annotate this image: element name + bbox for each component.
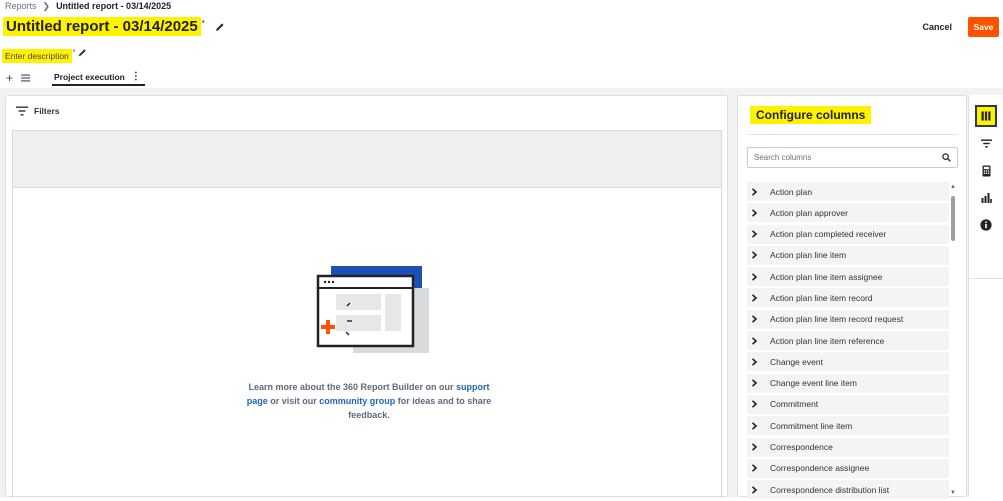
report-title-row: Untitled report - 03/14/2025 * <box>3 17 225 36</box>
column-group-item[interactable]: Correspondence assignee <box>747 458 949 478</box>
chevron-right-icon <box>747 485 763 494</box>
chevron-right-icon <box>747 464 763 473</box>
bar-chart-icon <box>981 193 992 203</box>
column-group-label: Change event <box>770 356 823 367</box>
column-group-item[interactable]: Action plan completed receiver <box>747 224 949 244</box>
chevron-right-icon <box>747 358 763 366</box>
chevron-right-icon <box>747 421 763 430</box>
column-group-item[interactable]: Commitment <box>747 394 949 414</box>
help-text-part2: or visit our <box>267 396 320 406</box>
column-group-label: Commitment line item <box>770 420 853 431</box>
column-group-label: Action plan line item reference <box>770 335 885 346</box>
scroll-up-arrow-icon[interactable]: ▲ <box>950 184 956 190</box>
column-group-label: Action plan <box>770 186 813 197</box>
column-group-label: Action plan line item <box>770 250 847 261</box>
column-group-item[interactable]: Correspondence distribution list <box>747 480 949 500</box>
report-title[interactable]: Untitled report - 03/14/2025 <box>3 17 201 36</box>
tab-project-execution[interactable]: Project execution ⋮ <box>52 70 145 86</box>
chevron-right-icon <box>747 209 763 217</box>
column-group-item[interactable]: Action plan <box>747 182 949 201</box>
add-tab-button[interactable]: + <box>6 71 13 85</box>
help-text-part1: Learn more about the 360 Report Builder … <box>248 382 457 392</box>
column-group-label: Commitment <box>770 399 819 410</box>
column-group-label: Action plan line item record <box>770 292 873 303</box>
calculations-button[interactable] <box>975 160 997 182</box>
cancel-button[interactable]: Cancel <box>918 18 956 36</box>
description-row: Enter description * <box>2 48 87 63</box>
chevron-right-icon <box>747 187 763 196</box>
filter-panel-button[interactable] <box>975 132 997 154</box>
column-group-label: Correspondence <box>770 442 833 453</box>
edit-description-pencil-icon[interactable] <box>78 48 87 57</box>
filters-button[interactable]: Filters <box>16 106 60 116</box>
info-button[interactable] <box>975 214 997 236</box>
column-group-item[interactable]: Correspondence <box>747 437 949 457</box>
tab-list-icon[interactable] <box>21 74 31 82</box>
community-group-link[interactable]: community group <box>319 396 395 406</box>
breadcrumb-current: Untitled report - 03/14/2025 <box>56 1 172 11</box>
column-group-item[interactable]: Action plan line item record request <box>747 309 949 329</box>
column-group-label: Correspondence distribution list <box>770 484 890 495</box>
filter-icon <box>980 139 992 147</box>
column-group-item[interactable]: Commitment line item <box>747 416 949 436</box>
scroll-down-arrow-icon[interactable]: ▼ <box>950 490 956 496</box>
chevron-right-icon <box>747 294 763 302</box>
column-group-label: Action plan completed receiver <box>770 229 887 240</box>
breadcrumb-reports-link[interactable]: Reports <box>5 1 37 11</box>
filters-label: Filters <box>34 106 60 116</box>
chevron-right-icon <box>747 251 763 260</box>
chevron-right-icon <box>747 315 763 324</box>
column-group-label: Change event line item <box>770 378 857 389</box>
search-columns-box <box>747 147 958 168</box>
chevron-right-icon <box>747 272 763 281</box>
columns-button[interactable] <box>975 105 997 127</box>
columns-icon <box>981 111 991 121</box>
chart-button[interactable] <box>975 187 997 209</box>
column-group-label: Correspondence assignee <box>770 463 870 474</box>
description-marker: * <box>72 49 76 56</box>
chevron-right-icon: ❯ <box>42 0 51 11</box>
panel-icon-rail <box>968 95 1003 497</box>
column-list-scrollbar[interactable]: ▲ ▼ <box>949 184 957 496</box>
help-text: Learn more about the 360 Report Builder … <box>244 380 494 422</box>
scrollbar-thumb[interactable] <box>951 196 955 241</box>
search-icon[interactable] <box>942 153 951 162</box>
column-group-item[interactable]: Change event line item <box>747 373 949 393</box>
report-tabs: + Project execution ⋮ <box>6 70 145 86</box>
report-panel: Filters Learn more about the 360 Report … <box>5 95 728 498</box>
column-group-item[interactable]: Action plan line item assignee <box>747 267 949 287</box>
divider <box>748 134 958 135</box>
rail-divider <box>969 278 1003 279</box>
breadcrumb: Reports ❯ Untitled report - 03/14/2025 <box>5 0 171 12</box>
kebab-menu-icon[interactable]: ⋮ <box>131 71 141 82</box>
filter-icon <box>16 106 28 116</box>
column-group-item[interactable]: Action plan line item reference <box>747 331 949 351</box>
edit-title-pencil-icon[interactable] <box>215 22 225 32</box>
column-group-label: Action plan approver <box>770 207 848 218</box>
chevron-right-icon <box>747 443 763 451</box>
report-builder-illustration <box>316 266 429 353</box>
top-actions: Cancel Save <box>918 17 999 37</box>
configure-columns-panel: Configure columns Action plan Action pla… <box>737 95 967 500</box>
column-group-item[interactable]: Action plan approver <box>747 203 949 223</box>
save-button[interactable]: Save <box>968 17 999 37</box>
column-group-label: Action plan line item record request <box>770 314 904 325</box>
column-group-item[interactable]: Action plan line item record <box>747 288 949 308</box>
chevron-right-icon <box>747 230 763 238</box>
column-group-item[interactable]: Change event <box>747 352 949 372</box>
column-group-label: Action plan line item assignee <box>770 271 883 282</box>
column-list: Action plan Action plan approver Action … <box>747 182 949 501</box>
configure-columns-title: Configure columns <box>750 106 872 124</box>
tab-label: Project execution <box>54 71 125 82</box>
search-columns-input[interactable] <box>754 153 942 162</box>
description-input[interactable]: Enter description <box>2 49 72 63</box>
chevron-right-icon <box>747 400 763 409</box>
unsaved-marker: * <box>201 19 205 28</box>
table-header-placeholder <box>12 130 722 188</box>
info-icon <box>980 219 992 231</box>
chevron-right-icon <box>747 379 763 387</box>
column-group-item[interactable]: Action plan line item <box>747 245 949 265</box>
chevron-right-icon <box>747 336 763 345</box>
calculator-icon <box>982 165 990 177</box>
